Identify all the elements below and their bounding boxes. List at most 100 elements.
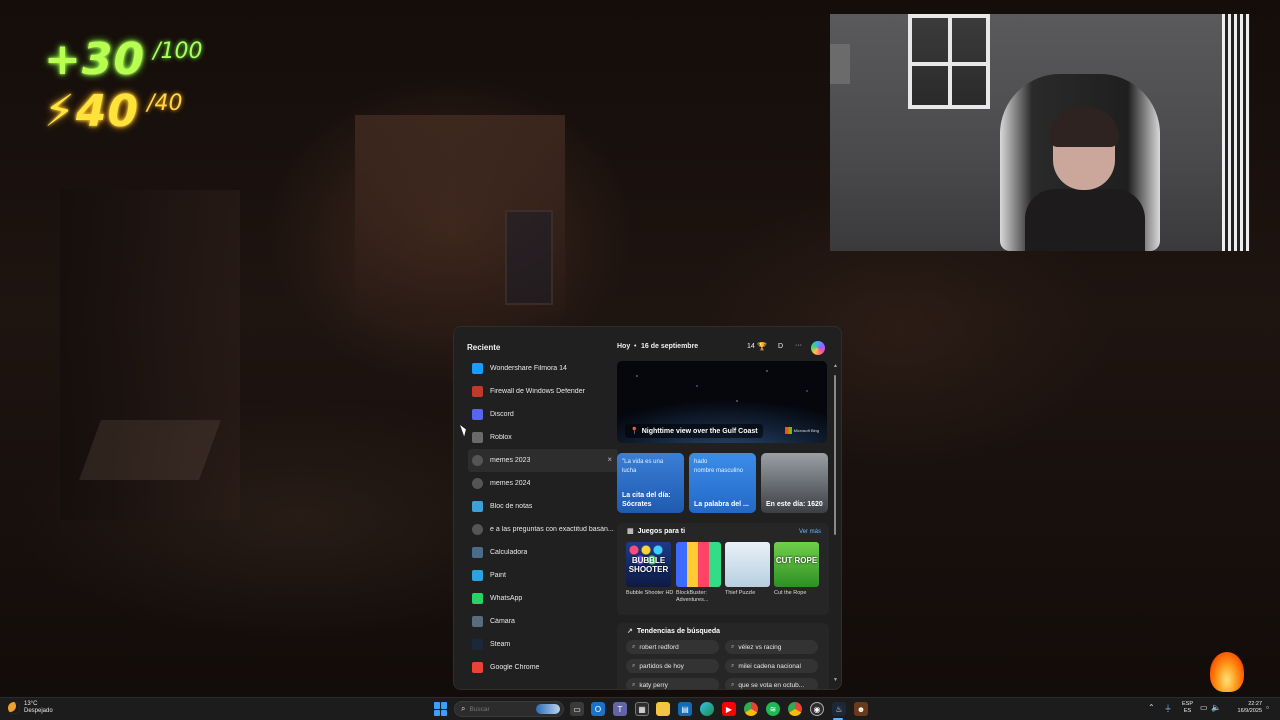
windows-logo-tile [434,702,440,709]
clock-time: 22:27 [1248,701,1262,707]
network-icon[interactable]: ▭ [1200,703,1208,712]
quote-card-label: La cita del día: Sócrates [622,492,671,508]
file-explorer-icon[interactable] [656,702,670,716]
recent-item[interactable]: Bloc de notas [468,495,618,518]
webcam-curtain [1222,14,1250,251]
game-tile-blockbuster[interactable] [676,542,721,587]
recent-item[interactable]: Wondershare Filmora 14 [468,357,618,380]
microsoft-logo-icon [784,427,792,434]
more-options-button[interactable]: ··· [795,342,802,349]
widgets-scrollbar[interactable]: ▲ ▼ [833,363,838,683]
today-separator: • [634,343,637,350]
recent-item[interactable]: Steam [468,633,618,656]
microsoft-store-icon[interactable]: ▤ [678,702,692,716]
today-label: Hoy [617,343,631,350]
edge-icon[interactable] [700,702,714,716]
task-view-icon[interactable]: ▭ [570,702,584,716]
recent-item[interactable]: Cámara [468,610,618,633]
game-floor-light [79,420,221,480]
recent-item[interactable]: Google Chrome [468,656,618,679]
scroll-down-icon[interactable]: ▼ [833,677,838,683]
teams-icon[interactable]: T [613,702,627,716]
quote-of-the-day-card[interactable]: "La vida es una lucha La cita del día: S… [617,453,684,513]
steam-icon[interactable]: ♨ [832,702,846,716]
start-button[interactable] [434,702,448,716]
webcam-overlay [830,14,1250,251]
weather-temp: 13°C [24,701,38,707]
remove-item-icon[interactable]: × [607,455,612,464]
language-indicator[interactable]: ESP ES [1182,701,1193,715]
copilot-icon[interactable] [811,341,825,355]
chevron-up-icon[interactable]: ⌃ [1148,703,1155,712]
trend-pill[interactable]: ⌕ katy perry [626,678,719,689]
games-see-more-link[interactable]: Ver más [799,529,821,535]
energy-value: ⚡40 [44,88,139,136]
game-hud: +30 /100 ⚡40 /40 [44,32,203,136]
chrome-profile-icon[interactable] [788,702,802,716]
trending-icon: ↗ [627,628,633,635]
trend-text: que se vota en octub... [738,681,805,689]
recent-list: Wondershare Filmora 14 Firewall de Window… [468,357,618,679]
recent-item-label: Google Chrome [490,664,540,671]
weather-widget[interactable]: 13°C Despejado [8,701,53,715]
search-icon: ⌕ [461,704,466,713]
youtube-icon[interactable]: ▶ [722,702,736,716]
trend-pill[interactable]: ⌕ robert redford [626,640,719,654]
on-this-day-card[interactable]: En este día: 1620 [761,453,828,513]
recent-item[interactable]: WhatsApp [468,587,618,610]
chrome-icon[interactable] [744,702,758,716]
notification-icon[interactable]: ▫ [1266,703,1269,712]
recent-item[interactable]: memes 2023 × [468,449,618,472]
scroll-up-icon[interactable]: ▲ [833,363,838,369]
volume-icon[interactable]: 🔈 [1211,703,1221,712]
trend-pill[interactable]: ⌕ vélez vs racing [725,640,818,654]
recent-item[interactable]: e a las preguntas con exactitud basán... [468,518,618,541]
clock[interactable]: 22:27 16/9/2025 [1228,701,1262,715]
recent-item-label: Steam [490,641,511,648]
usb-icon[interactable]: ⏚ [1164,703,1172,714]
recent-item[interactable]: Firewall de Windows Defender [468,380,618,403]
trend-pill[interactable]: ⌕ partidos de hoy [626,659,719,673]
recent-title: Reciente [467,343,501,352]
energy-readout: ⚡40 /40 [44,84,203,136]
game-name[interactable]: Bubble Shooter HD [626,590,674,597]
trend-pill[interactable]: ⌕ milei cadena nacional [725,659,818,673]
rewards-points[interactable]: 14 [747,343,755,350]
trend-text: robert redford [639,643,679,651]
recent-item[interactable]: Roblox [468,426,618,449]
calendar-icon[interactable]: ▦ [635,702,649,716]
game-tile-cut-the-rope[interactable]: CUT ROPE [774,542,819,587]
recent-item[interactable]: Paint [468,564,618,587]
hero-caption[interactable]: 📍 Nighttime view over the Gulf Coast [625,424,763,438]
trophy-icon[interactable]: 🏆 [757,342,767,351]
obs-icon[interactable]: ◉ [810,702,824,716]
word-text: hado [694,459,708,465]
word-type: nombre masculino [694,468,744,474]
bing-image-card[interactable]: 📍 Nighttime view over the Gulf Coast Mic… [617,361,827,443]
recent-item[interactable]: Calculadora [468,541,618,564]
scroll-thumb[interactable] [834,375,836,535]
recent-item[interactable]: Discord [468,403,618,426]
account-avatar[interactable]: D [778,343,783,350]
trend-pill[interactable]: ⌕ que se vota en octub... [725,678,818,689]
paint-icon [472,570,483,581]
search-result-icon [472,455,483,466]
search-icon: ⌕ [632,662,636,669]
games-title: ▦ Juegos para ti [627,527,685,536]
game-name[interactable]: BlockBuster: Adventures... [676,590,724,604]
game-app-icon[interactable]: ☻ [854,702,868,716]
clock-date: 16/9/2025 [1237,708,1262,714]
game-name[interactable]: Thief Puzzle [725,590,773,597]
game-tile-bubble-shooter[interactable]: BUBBLE SHOOTER [626,542,671,587]
taskbar-search[interactable]: ⌕ [454,701,564,717]
search-input[interactable] [469,705,530,713]
recent-item[interactable]: memes 2024 [468,472,618,495]
moon-icon [8,702,20,714]
word-of-the-day-card[interactable]: hado nombre masculino La palabra del ... [689,453,756,513]
game-tile-thief-puzzle[interactable] [725,542,770,587]
spotify-icon[interactable]: ≋ [766,702,780,716]
roblox-icon [472,432,483,443]
game-name[interactable]: Cut the Rope [774,590,822,597]
notepad-icon [472,501,483,512]
outlook-icon[interactable]: O [591,702,605,716]
